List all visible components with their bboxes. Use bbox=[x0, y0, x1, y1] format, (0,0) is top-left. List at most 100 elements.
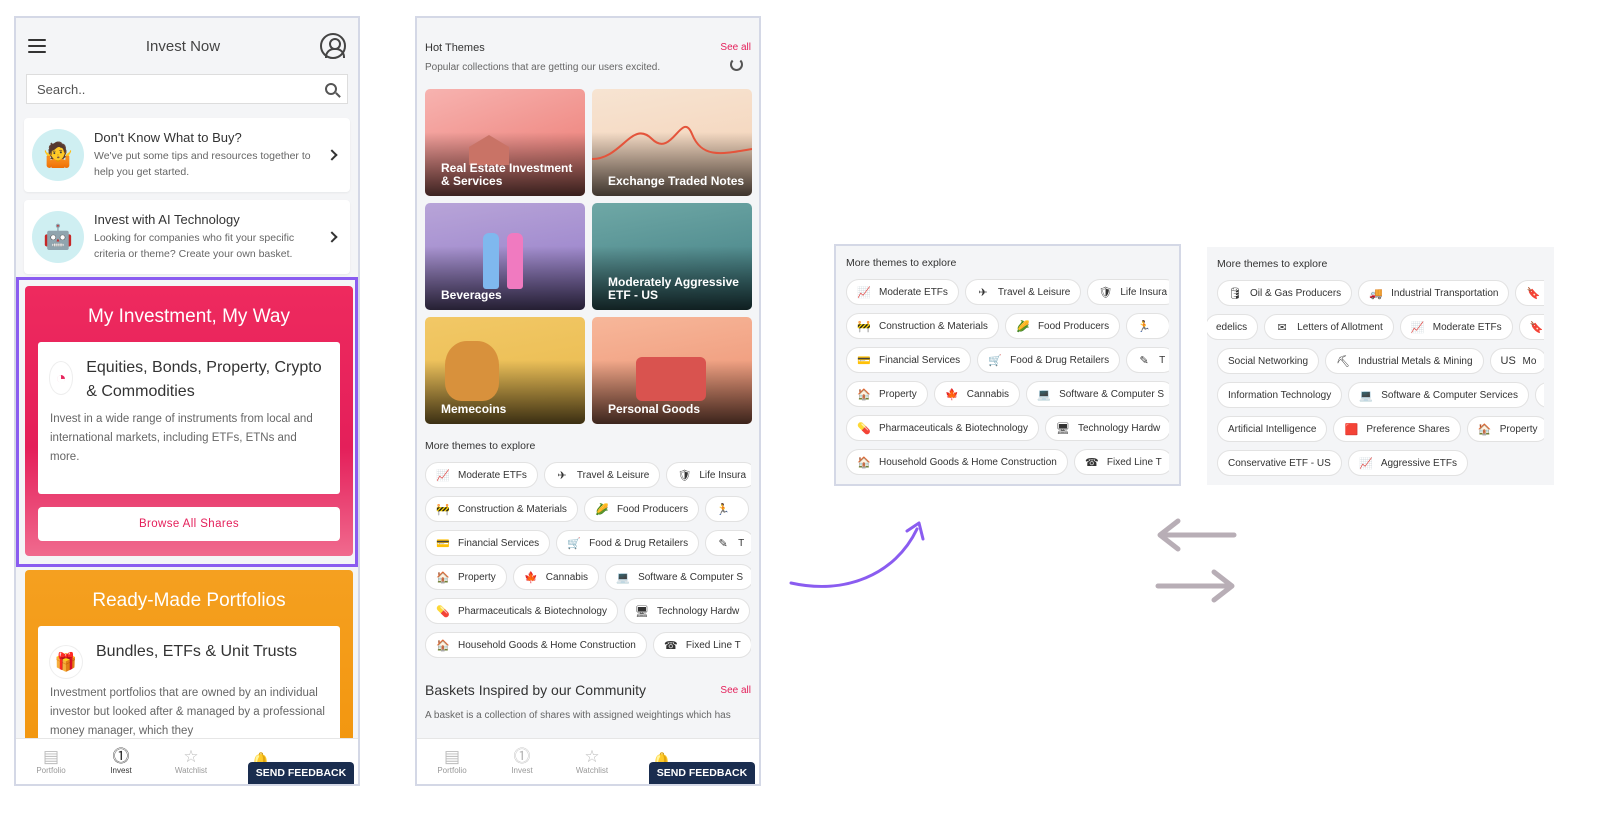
theme-chip[interactable]: Social Networking bbox=[1217, 348, 1320, 374]
theme-chip[interactable]: 📈 Moderate ETFs bbox=[846, 279, 959, 305]
refresh-icon[interactable] bbox=[730, 58, 743, 71]
cart-icon: 🛒 bbox=[567, 537, 581, 550]
theme-chip[interactable]: 🍁 Cannabis bbox=[933, 381, 1021, 407]
laptop-icon: 💻 bbox=[616, 571, 630, 584]
community-section: Baskets Inspired by our Community See al… bbox=[417, 682, 759, 721]
my-investment-title: My Investment, My Way bbox=[88, 306, 290, 327]
search-icon[interactable] bbox=[325, 83, 337, 95]
see-all-link[interactable]: See all bbox=[720, 42, 751, 54]
theme-chip[interactable]: 🔖 bbox=[1518, 314, 1544, 340]
more-themes-panel-left: More themes to explore 📈 Moderate ETFs ✈ T… bbox=[834, 244, 1181, 486]
theme-chip[interactable]: 🍁 Cannabis bbox=[512, 564, 600, 590]
see-all-link[interactable]: See all bbox=[720, 685, 751, 696]
invest-icon: ⓵ bbox=[112, 747, 130, 766]
nav-portfolio[interactable]: ▤ Portfolio bbox=[417, 739, 487, 784]
theme-tile[interactable]: Personal Goods bbox=[592, 317, 752, 424]
theme-chip[interactable]: 📈 Moderate ETFs bbox=[1399, 314, 1513, 340]
page-title: Invest Now bbox=[145, 37, 221, 55]
search-bar bbox=[26, 74, 348, 104]
hot-themes-header: Hot Themes See all bbox=[417, 42, 759, 54]
my-investment-card: My Investment, My Way ◔ Equities, Bonds,… bbox=[25, 286, 353, 556]
theme-chip[interactable]: 🚧 Construction & Materials bbox=[425, 496, 578, 522]
theme-tile[interactable]: Memecoins bbox=[425, 317, 585, 424]
theme-chip[interactable]: 🛡 Life Insura bbox=[1087, 279, 1169, 305]
theme-chip[interactable]: 🌽 Food Producers bbox=[1004, 313, 1121, 339]
theme-chip[interactable]: 📈 Aggressive ETFs bbox=[1347, 450, 1468, 476]
invest-icon: ⓵ bbox=[513, 747, 531, 766]
leaf-icon: 🍁 bbox=[523, 571, 538, 584]
theme-chip[interactable]: 💳 Financial Services bbox=[425, 530, 551, 556]
theme-chip[interactable]: ☎ Fixed Line T bbox=[1073, 449, 1169, 475]
wave-chart-illustration bbox=[592, 125, 752, 160]
send-feedback-button[interactable]: SEND FEEDBACK bbox=[248, 762, 354, 784]
search-input[interactable] bbox=[37, 81, 287, 97]
theme-chip[interactable]: 💳 Financial Services bbox=[846, 347, 972, 373]
theme-chip[interactable]: 💊 Pharmaceuticals & Biotechnology bbox=[425, 598, 618, 624]
theme-chip[interactable]: 📈 Moderate ETFs bbox=[425, 462, 538, 488]
theme-chip[interactable]: 🏠 Property bbox=[1466, 416, 1544, 442]
nav-watchlist[interactable]: ☆ Watchlist bbox=[557, 739, 627, 784]
theme-chip[interactable]: ✈ Travel & Leisure bbox=[964, 279, 1082, 305]
shield-icon: 🛡 bbox=[677, 469, 692, 482]
profile-icon[interactable] bbox=[319, 33, 346, 59]
send-feedback-button[interactable]: SEND FEEDBACK bbox=[649, 762, 755, 784]
shrug-person-icon: 🤷 bbox=[32, 129, 84, 181]
theme-chip[interactable]: Artificial Intelligence bbox=[1217, 416, 1328, 442]
theme-chip[interactable]: ☎ Fixed Line T bbox=[652, 632, 751, 658]
truck-icon: 🚚 bbox=[1369, 287, 1383, 300]
chevron-right-icon bbox=[326, 149, 338, 161]
nav-watchlist[interactable]: ☆ Watchlist bbox=[156, 739, 226, 784]
theme-chip[interactable]: ✎ T bbox=[705, 530, 751, 556]
house-icon: 🏠 bbox=[436, 571, 450, 584]
browse-all-shares-button[interactable]: Browse All Shares bbox=[38, 507, 340, 541]
theme-tile[interactable]: Exchange Traded Notes bbox=[592, 89, 752, 196]
nav-invest[interactable]: ⓵ Invest bbox=[487, 739, 557, 784]
theme-chip[interactable]: US Mo bbox=[1489, 348, 1544, 374]
app-header: Invest Now bbox=[16, 18, 358, 74]
theme-chip[interactable]: 🏃 bbox=[1126, 313, 1169, 339]
theme-chip[interactable]: 💻 Software & Computer Services bbox=[1348, 382, 1529, 408]
ai-technology-card[interactable]: 🤖 Invest with AI Technology Looking for … bbox=[24, 200, 350, 274]
theme-tile[interactable]: Real Estate Investment & Services bbox=[425, 89, 585, 196]
theme-chip[interactable]: ✎ T bbox=[1126, 347, 1169, 373]
theme-chip[interactable]: 🚚 Industrial Transportation bbox=[1358, 280, 1510, 306]
theme-chip[interactable]: 💻 Software & Computer S bbox=[605, 564, 751, 590]
theme-chip[interactable]: 🛡 Life Insura bbox=[666, 462, 751, 488]
theme-chip[interactable]: 🌽 Food Producers bbox=[583, 496, 700, 522]
theme-chip[interactable]: 🏃 bbox=[705, 496, 750, 522]
theme-chip[interactable]: 🛒 Food & Drug Retailers bbox=[977, 347, 1121, 373]
theme-chip[interactable]: 💊 Pharmaceuticals & Biotechnology bbox=[846, 415, 1039, 441]
theme-chip[interactable]: 🔖 bbox=[1515, 280, 1544, 306]
theme-chip[interactable]: 🏠 Property bbox=[425, 564, 507, 590]
menu-icon[interactable] bbox=[28, 39, 46, 53]
theme-chip[interactable]: Information Technology bbox=[1217, 382, 1343, 408]
theme-chip[interactable]: ✉ Letters of Allotment bbox=[1264, 314, 1394, 340]
theme-tile[interactable]: Moderately Aggressive ETF - US bbox=[592, 203, 752, 310]
theme-chip[interactable]: 🚧 Construction & Materials bbox=[846, 313, 999, 339]
nav-invest[interactable]: ⓵ Invest bbox=[86, 739, 156, 784]
card-icon: 💳 bbox=[436, 537, 450, 550]
theme-chip[interactable]: 🖥 Technology Hardw bbox=[1044, 415, 1169, 441]
theme-chip[interactable]: 🛒 Food & Drug Retailers bbox=[556, 530, 700, 556]
chevron-right-icon bbox=[326, 231, 338, 243]
theme-chip[interactable]: ⛏ Industrial Metals & Mining bbox=[1325, 348, 1484, 374]
doge-illustration bbox=[445, 341, 499, 401]
theme-tile[interactable]: Beverages bbox=[425, 203, 585, 310]
theme-chip[interactable]: 🏠 Household Goods & Home Construction bbox=[425, 632, 647, 658]
more-themes-title: More themes to explore bbox=[1217, 258, 1328, 270]
theme-chip[interactable]: 🛢 Oil & Gas Producers bbox=[1217, 280, 1353, 306]
theme-chip[interactable]: ✈ Travel & Leisure bbox=[543, 462, 661, 488]
hot-themes-subtitle: Popular collections that are getting our… bbox=[425, 62, 661, 73]
plane-icon: ✈ bbox=[978, 286, 988, 299]
tips-card[interactable]: 🤷 Don't Know What to Buy? We've put some… bbox=[24, 118, 350, 192]
theme-chip[interactable]: edelics bbox=[1207, 314, 1259, 340]
theme-chip[interactable]: 🔖 bbox=[1534, 382, 1544, 408]
theme-chip[interactable]: 🖥 Technology Hardw bbox=[623, 598, 751, 624]
theme-chip[interactable]: 💻 Software & Computer S bbox=[1026, 381, 1169, 407]
monitor-icon: 🖥 bbox=[1056, 422, 1070, 435]
theme-chip[interactable]: 🏠 Property bbox=[846, 381, 928, 407]
theme-chip[interactable]: 🟥 Preference Shares bbox=[1333, 416, 1461, 442]
theme-chip[interactable]: 🏠 Household Goods & Home Construction bbox=[846, 449, 1068, 475]
theme-chip[interactable]: Conservative ETF - US bbox=[1217, 450, 1342, 476]
nav-portfolio[interactable]: ▤ Portfolio bbox=[16, 739, 86, 784]
